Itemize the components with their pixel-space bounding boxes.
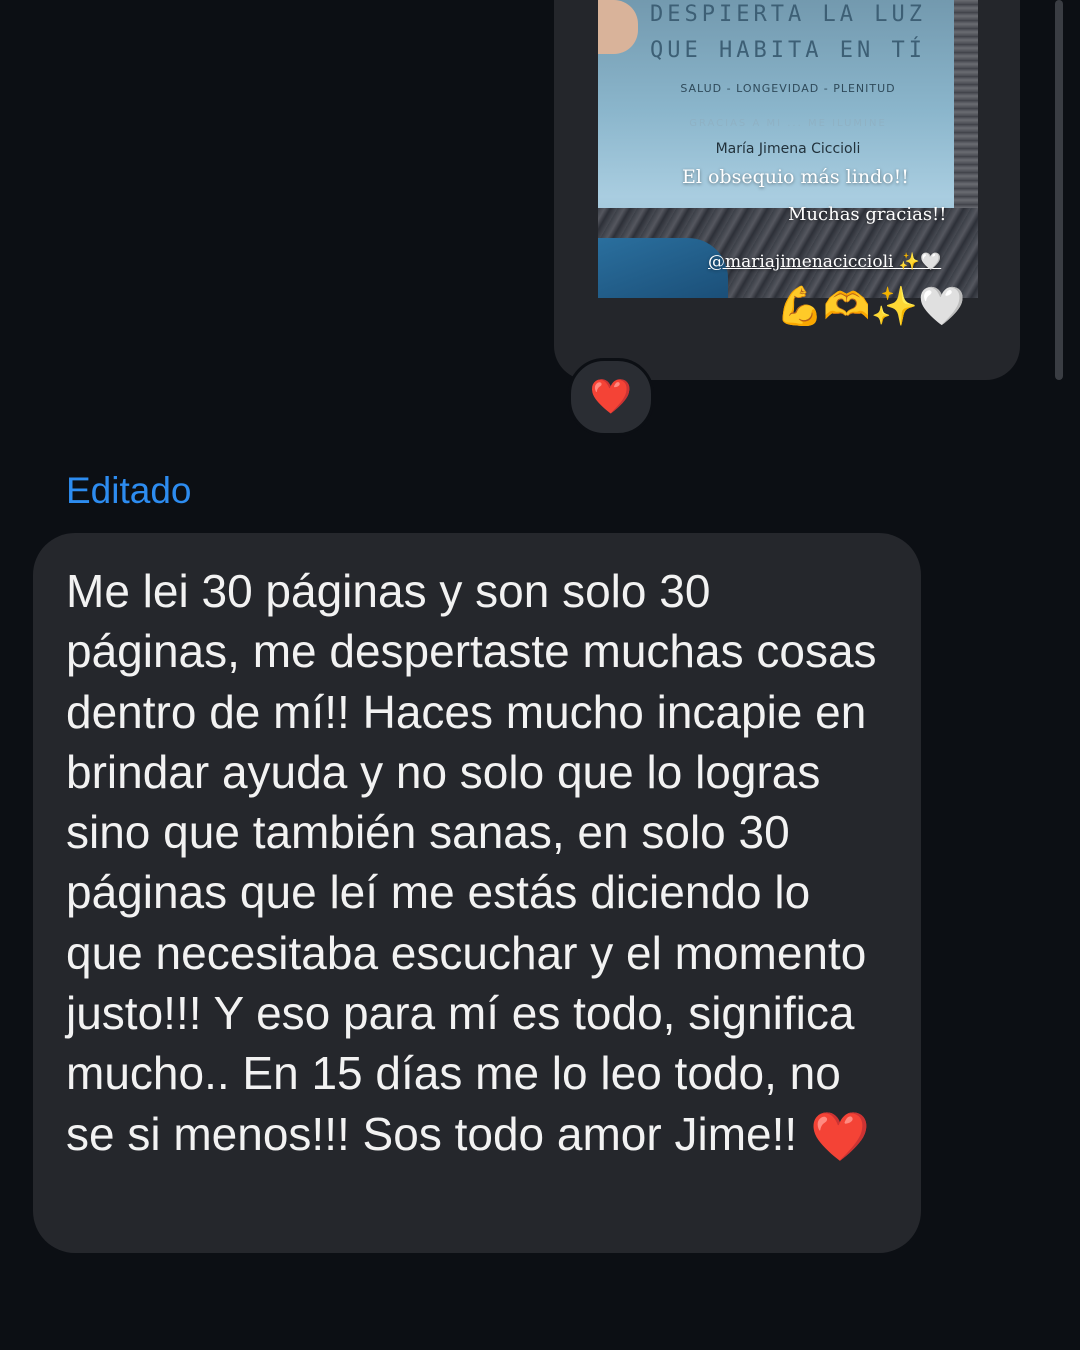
heart-icon: ❤️: [589, 377, 633, 417]
reaction-badge[interactable]: ❤️: [568, 358, 654, 436]
message-text-container: Me lei 30 páginas y son solo 30 páginas,…: [66, 561, 891, 1168]
story-overlay-emojis: 💪🫶✨🤍: [776, 284, 966, 328]
story-reply-card[interactable]: DESPIERTA LA LUZ QUE HABITA EN TÍ SALUD …: [554, 0, 1020, 380]
book-faint-line: GRACIAS A MI ... ME ILUMINE: [689, 118, 887, 129]
message-text: Me lei 30 páginas y son solo 30 páginas,…: [66, 565, 877, 1160]
book-title-line2: QUE HABITA EN TÍ: [650, 38, 926, 63]
story-overlay-handle[interactable]: @mariajimenaciccioli ✨🤍: [708, 252, 941, 272]
timestamp-cutoff: — — — — — —: [300, 1314, 780, 1328]
story-overlay-text-1: El obsequio más lindo!!: [682, 166, 909, 188]
chat-screen: DESPIERTA LA LUZ QUE HABITA EN TÍ SALUD …: [0, 0, 1080, 1350]
book-author: María Jimena Ciccioli: [715, 141, 861, 157]
timestamp-glyphs: — — — — — —: [300, 1314, 780, 1328]
heart-emoji-icon: ❤️: [809, 1110, 870, 1164]
scrollbar[interactable]: [1055, 0, 1063, 380]
story-overlay-text-2: Muchas gracias!!: [788, 204, 947, 225]
message-bubble[interactable]: Me lei 30 páginas y son solo 30 páginas,…: [33, 533, 921, 1253]
story-photo[interactable]: DESPIERTA LA LUZ QUE HABITA EN TÍ SALUD …: [598, 0, 978, 298]
book-subtitle: SALUD - LONGEVIDAD - PLENITUD: [680, 82, 896, 95]
fabric-strip-graphic: [954, 0, 978, 220]
book-title-line1: DESPIERTA LA LUZ: [650, 2, 926, 27]
edited-label: Editado: [66, 470, 192, 511]
